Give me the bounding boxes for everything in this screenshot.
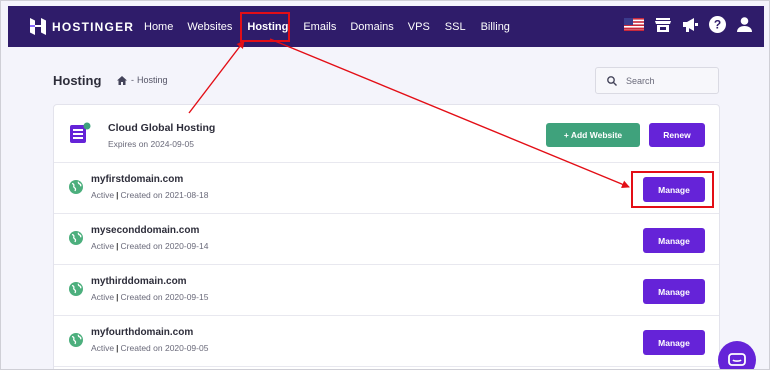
arrow-to-manage xyxy=(269,38,630,189)
app-frame: HOSTINGER Home Websites Hosting Emails D… xyxy=(0,0,770,370)
chat-icon xyxy=(728,353,746,366)
annotation-arrows xyxy=(188,38,630,189)
arrow-to-hosting xyxy=(188,40,245,114)
